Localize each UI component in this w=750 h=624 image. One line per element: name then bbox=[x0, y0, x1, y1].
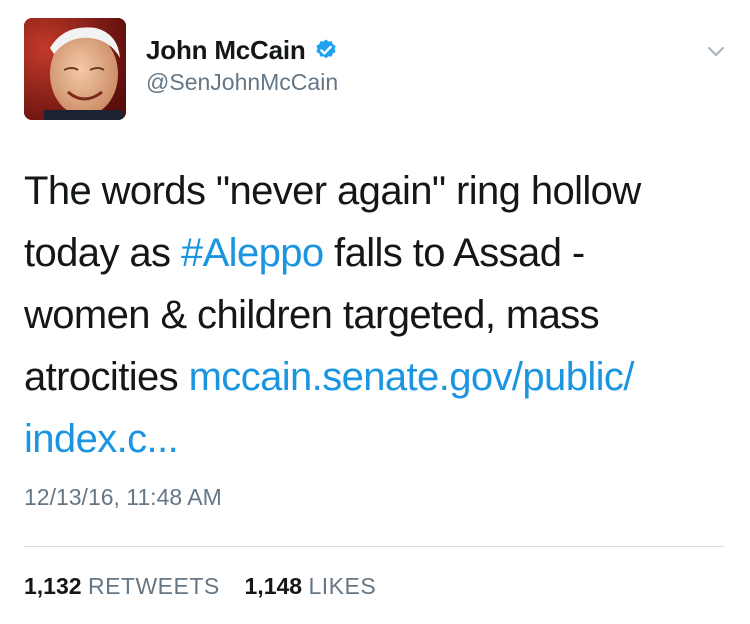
tweet-text: The words "never again" ring hollow toda… bbox=[24, 160, 714, 470]
avatar[interactable] bbox=[24, 18, 126, 120]
user-handle[interactable]: @SenJohnMcCain bbox=[146, 69, 338, 96]
chevron-down-icon[interactable] bbox=[703, 42, 729, 60]
tweet-card: John McCain @SenJohnMcCain The words "ne… bbox=[0, 0, 750, 624]
retweets-label[interactable]: RETWEETS bbox=[88, 573, 220, 599]
profile-photo-icon bbox=[24, 18, 126, 120]
likes-count[interactable]: 1,148 bbox=[245, 573, 303, 599]
engagement-stats: 1,132 RETWEETS 1,148 LIKES bbox=[24, 573, 376, 600]
likes-label[interactable]: LIKES bbox=[308, 573, 376, 599]
retweets-count[interactable]: 1,132 bbox=[24, 573, 82, 599]
author-block: John McCain @SenJohnMcCain bbox=[146, 33, 338, 96]
display-name[interactable]: John McCain bbox=[146, 35, 306, 66]
hashtag-link[interactable]: #Aleppo bbox=[181, 231, 324, 275]
divider bbox=[24, 546, 724, 547]
verified-badge-icon bbox=[314, 38, 338, 62]
name-row: John McCain bbox=[146, 33, 338, 67]
timestamp[interactable]: 12/13/16, 11:48 AM bbox=[24, 484, 222, 511]
